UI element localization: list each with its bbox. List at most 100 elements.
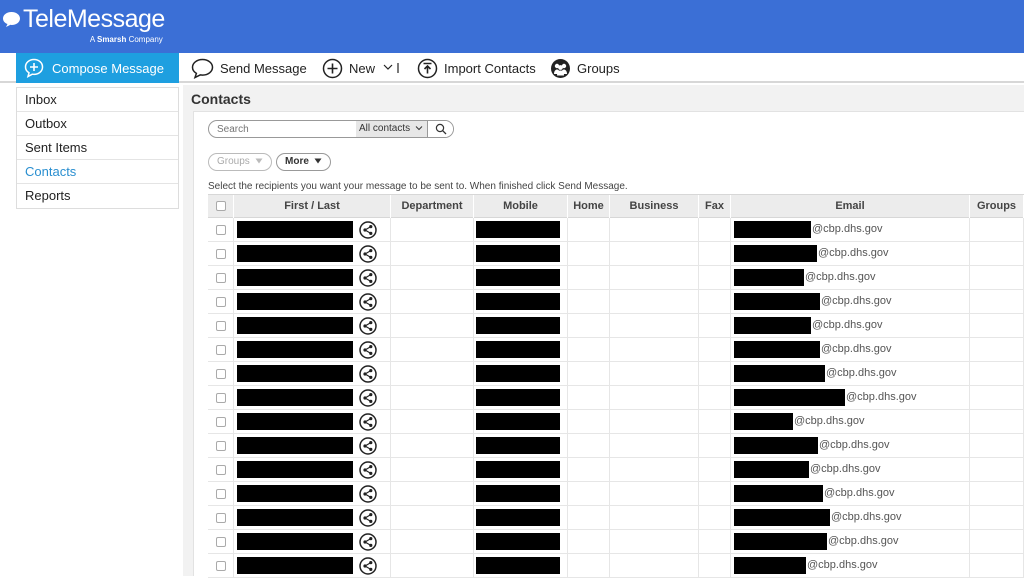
redacted-name[interactable] (237, 437, 353, 454)
share-icon[interactable] (359, 317, 377, 335)
share-icon[interactable] (359, 485, 377, 503)
table-row[interactable]: @cbp.dhs.gov (208, 338, 1024, 362)
share-icon[interactable] (359, 221, 377, 239)
new-label: New (349, 60, 376, 76)
new-dropdown-button[interactable]: New (322, 53, 405, 83)
redacted-name[interactable] (237, 389, 353, 406)
email-domain: @cbp.dhs.gov (807, 559, 878, 571)
table-row[interactable]: @cbp.dhs.gov (208, 482, 1024, 506)
column-header-business[interactable]: Business (610, 195, 699, 218)
table-cell (391, 314, 474, 338)
redacted-name[interactable] (237, 245, 353, 262)
send-message-button[interactable]: Send Message (191, 53, 307, 83)
sidebar-item-sent-items[interactable]: Sent Items (17, 136, 178, 160)
row-checkbox[interactable] (216, 441, 226, 451)
row-checkbox[interactable] (216, 273, 226, 283)
column-header-fax[interactable]: Fax (699, 195, 731, 218)
row-checkbox[interactable] (216, 489, 226, 499)
redacted-mobile (476, 461, 560, 478)
search-button[interactable] (427, 121, 453, 137)
row-checkbox[interactable] (216, 345, 226, 355)
table-row[interactable]: @cbp.dhs.gov (208, 314, 1024, 338)
select-all-checkbox[interactable] (216, 201, 226, 211)
search-scope-select[interactable]: All contacts (356, 121, 428, 137)
share-icon[interactable] (359, 557, 377, 575)
row-checkbox[interactable] (216, 369, 226, 379)
redacted-name[interactable] (237, 413, 353, 430)
redacted-name[interactable] (237, 365, 353, 382)
share-icon[interactable] (359, 389, 377, 407)
compose-message-button[interactable]: Compose Message (16, 53, 179, 83)
column-header-department[interactable]: Department (391, 195, 474, 218)
groups-button[interactable]: Groups (550, 53, 620, 83)
redacted-name[interactable] (237, 269, 353, 286)
share-icon[interactable] (359, 413, 377, 431)
redacted-name[interactable] (237, 221, 353, 238)
column-header-name[interactable]: First / Last (234, 195, 391, 218)
column-header-groups[interactable]: Groups (970, 195, 1024, 218)
row-checkbox[interactable] (216, 225, 226, 235)
table-cell (970, 434, 1024, 458)
row-checkbox[interactable] (216, 321, 226, 331)
groups-filter-dropdown[interactable]: Groups (208, 153, 272, 171)
search-input[interactable] (217, 123, 357, 136)
table-row[interactable]: @cbp.dhs.gov (208, 242, 1024, 266)
row-checkbox[interactable] (216, 513, 226, 523)
table-row[interactable]: @cbp.dhs.gov (208, 554, 1024, 578)
share-icon[interactable] (359, 461, 377, 479)
table-row[interactable]: @cbp.dhs.gov (208, 290, 1024, 314)
telemessage-logo[interactable]: TeleMessage A Smarsh Company (2, 5, 165, 44)
table-row[interactable]: @cbp.dhs.gov (208, 386, 1024, 410)
table-row[interactable]: @cbp.dhs.gov (208, 434, 1024, 458)
table-cell (568, 218, 610, 242)
share-icon[interactable] (359, 341, 377, 359)
share-icon[interactable] (359, 437, 377, 455)
row-checkbox[interactable] (216, 465, 226, 475)
sidebar-item-inbox[interactable]: Inbox (17, 88, 178, 112)
table-row[interactable]: @cbp.dhs.gov (208, 266, 1024, 290)
table-row[interactable]: @cbp.dhs.gov (208, 506, 1024, 530)
share-icon[interactable] (359, 509, 377, 527)
redacted-name[interactable] (237, 317, 353, 334)
table-row[interactable]: @cbp.dhs.gov (208, 530, 1024, 554)
share-icon[interactable] (359, 293, 377, 311)
redacted-name[interactable] (237, 557, 353, 574)
row-checkbox[interactable] (216, 561, 226, 571)
share-icon[interactable] (359, 533, 377, 551)
redacted-name[interactable] (237, 533, 353, 550)
email-domain: @cbp.dhs.gov (826, 367, 897, 379)
sidebar-item-reports[interactable]: Reports (17, 184, 178, 208)
share-icon[interactable] (359, 365, 377, 383)
share-icon[interactable] (359, 269, 377, 287)
redacted-name[interactable] (237, 485, 353, 502)
sidebar-item-contacts[interactable]: Contacts (17, 160, 178, 184)
redacted-name[interactable] (237, 461, 353, 478)
redacted-name[interactable] (237, 509, 353, 526)
table-row[interactable]: @cbp.dhs.gov (208, 458, 1024, 482)
row-checkbox[interactable] (216, 537, 226, 547)
table-cell (970, 482, 1024, 506)
table-row[interactable]: @cbp.dhs.gov (208, 362, 1024, 386)
row-checkbox[interactable] (216, 249, 226, 259)
row-checkbox[interactable] (216, 297, 226, 307)
column-header-mobile[interactable]: Mobile (474, 195, 568, 218)
table-cell (610, 530, 699, 554)
speech-bubble-icon (191, 58, 214, 79)
import-contacts-label: Import Contacts (444, 60, 536, 76)
redacted-name[interactable] (237, 341, 353, 358)
column-header-home[interactable]: Home (568, 195, 610, 218)
row-checkbox[interactable] (216, 393, 226, 403)
share-icon[interactable] (359, 245, 377, 263)
import-contacts-button[interactable]: Import Contacts (417, 53, 536, 83)
table-row[interactable]: @cbp.dhs.gov (208, 218, 1024, 242)
sidebar-item-outbox[interactable]: Outbox (17, 112, 178, 136)
email-domain: @cbp.dhs.gov (818, 247, 889, 259)
table-row[interactable]: @cbp.dhs.gov (208, 410, 1024, 434)
table-cell (699, 362, 731, 386)
column-header-email[interactable]: Email (731, 195, 970, 218)
redacted-mobile (476, 221, 560, 238)
more-dropdown[interactable]: More (276, 153, 331, 171)
table-cell (610, 338, 699, 362)
redacted-name[interactable] (237, 293, 353, 310)
row-checkbox[interactable] (216, 417, 226, 427)
